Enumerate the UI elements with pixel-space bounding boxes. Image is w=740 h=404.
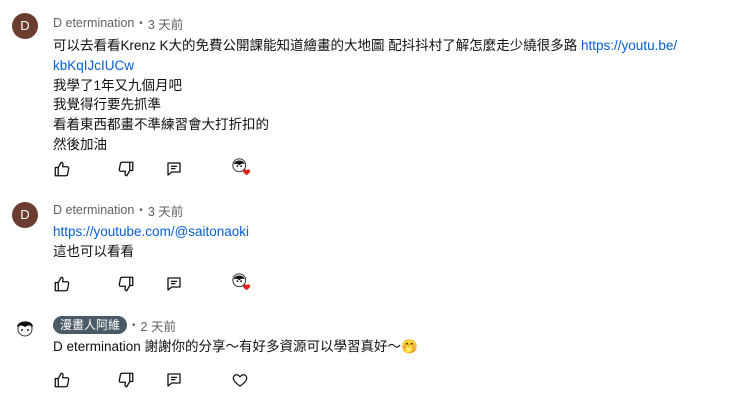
line-text: 可以去看看Krenz K大的免費公開課能知道繪畫的大地圖 配抖抖村了解怎麼走少繞…	[53, 38, 582, 53]
timestamp[interactable]: 3 天前	[148, 14, 183, 33]
like-icon	[54, 276, 70, 292]
like-icon	[54, 161, 70, 177]
heart-button[interactable]	[231, 371, 249, 389]
avatar[interactable]: D	[12, 202, 38, 228]
creator-heart-icon	[232, 273, 251, 291]
comment-line: kbKqIJcIUCw	[53, 56, 733, 76]
separator-dot: •	[139, 204, 143, 216]
dislike-icon	[118, 161, 134, 177]
like-button[interactable]	[53, 275, 71, 293]
author-name[interactable]: D etermination	[53, 203, 134, 217]
reply-icon	[167, 162, 181, 176]
reply-button[interactable]	[165, 160, 183, 178]
reply-icon	[167, 277, 181, 291]
avatar[interactable]	[12, 314, 38, 340]
comment-text: D etermination 謝謝你的分享～有好多資源可以學習真好～🤭	[53, 337, 733, 357]
timestamp[interactable]: 2 天前	[141, 316, 176, 335]
avatar[interactable]: D	[12, 13, 38, 39]
timestamp[interactable]: 3 天前	[148, 201, 183, 220]
comment-link[interactable]: https://youtu.be/	[581, 38, 677, 53]
reply-icon	[167, 373, 181, 387]
creator-heart-icon	[232, 158, 251, 176]
comment-header: 漫畫人阿維 • 2 天前	[53, 316, 176, 334]
like-icon	[54, 372, 70, 388]
dislike-button[interactable]	[117, 371, 135, 389]
separator-dot: •	[132, 319, 136, 331]
comment-link[interactable]: https://youtube.com/@saitonaoki	[53, 224, 249, 239]
comment-line: 這也可以看看	[53, 243, 134, 259]
creator-heart	[231, 272, 251, 292]
reply-button[interactable]	[165, 275, 183, 293]
comment-text: 可以去看看Krenz K大的免費公開課能知道繪畫的大地圖 配抖抖村了解怎麼走少繞…	[53, 36, 733, 155]
creator-name-badge[interactable]: 漫畫人阿維	[53, 316, 128, 334]
manga-avatar-icon	[17, 321, 33, 337]
author-name[interactable]: D etermination	[53, 16, 134, 30]
comment-line: 可以去看看Krenz K大的免費公開課能知道繪畫的大地圖 配抖抖村了解怎麼走少繞…	[53, 36, 733, 56]
dislike-button[interactable]	[117, 160, 135, 178]
comment-line: 我覺得行要先抓準	[53, 97, 161, 113]
like-button[interactable]	[53, 160, 71, 178]
dislike-button[interactable]	[117, 275, 135, 293]
separator-dot: •	[139, 17, 143, 29]
comment-header: D etermination • 3 天前	[53, 201, 183, 219]
reply-button[interactable]	[165, 371, 183, 389]
comment-text: https://youtube.com/@saitonaoki 這也可以看看	[53, 222, 733, 262]
comment-line: 看着東西都畫不準練習會大打折扣的	[53, 117, 269, 133]
creator-heart	[231, 157, 251, 177]
comment-line: 我學了1年又九個月吧	[53, 77, 183, 93]
dislike-icon	[118, 276, 134, 292]
heart-outline-icon	[232, 374, 248, 387]
comment-line: D etermination 謝謝你的分享～有好多資源可以學習真好～🤭	[53, 339, 418, 354]
comment-link[interactable]: kbKqIJcIUCw	[53, 58, 134, 73]
comment-line: 然後加油	[53, 136, 107, 152]
dislike-icon	[118, 372, 134, 388]
comment-line: https://youtube.com/@saitonaoki	[53, 222, 733, 242]
comment-header: D etermination • 3 天前	[53, 14, 183, 32]
like-button[interactable]	[53, 371, 71, 389]
